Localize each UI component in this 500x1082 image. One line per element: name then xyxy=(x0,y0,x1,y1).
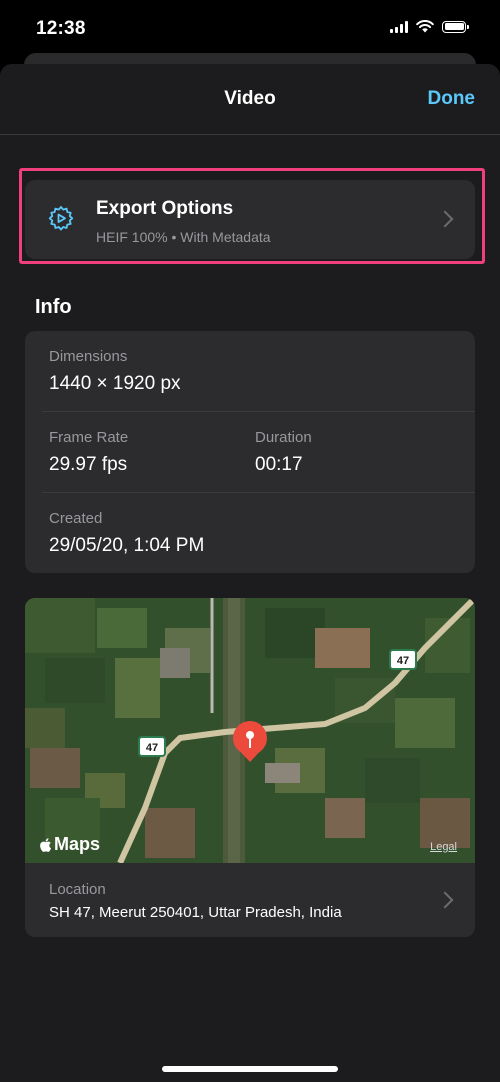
info-card: Dimensions 1440 × 1920 px Frame Rate 29.… xyxy=(25,331,475,573)
dimensions-label: Dimensions xyxy=(49,348,128,365)
dimensions-value: 1440 × 1920 px xyxy=(49,373,181,394)
location-value: SH 47, Meerut 250401, Uttar Pradesh, Ind… xyxy=(49,904,342,921)
export-options-title: Export Options xyxy=(96,198,234,219)
frame-rate-label: Frame Rate xyxy=(49,429,129,446)
screen: 12:38 Video Done Export Options HEIF 100… xyxy=(0,0,500,1082)
home-indicator[interactable] xyxy=(162,1066,338,1072)
navigation-bar: Video Done xyxy=(0,64,500,135)
legal-link[interactable]: Legal xyxy=(430,841,457,853)
route-shield-left: 47 xyxy=(138,736,166,757)
duration-cell: Duration 00:17 xyxy=(255,429,312,476)
route-shield-left-label: 47 xyxy=(146,742,158,754)
info-section-title: Info xyxy=(35,296,72,318)
created-label: Created xyxy=(49,510,103,527)
export-options-row[interactable]: Export Options HEIF 100% • With Metadata xyxy=(25,180,475,259)
battery-icon xyxy=(442,20,469,33)
nav-title: Video xyxy=(224,88,276,109)
frame-rate-cell: Frame Rate 29.97 fps xyxy=(49,429,128,476)
frame-rate-value: 29.97 fps xyxy=(49,454,128,475)
duration-label: Duration xyxy=(255,429,312,446)
apple-maps-logo: Maps xyxy=(38,834,100,855)
wifi-icon xyxy=(416,20,434,33)
map-imagery: 47 47 xyxy=(25,598,475,863)
chevron-right-icon xyxy=(436,891,454,909)
apple-icon xyxy=(40,837,51,852)
route-shield-right: 47 xyxy=(389,649,417,670)
status-icons xyxy=(390,20,469,33)
status-time: 12:38 xyxy=(36,18,86,39)
created-value: 29/05/20, 1:04 PM xyxy=(49,535,205,556)
duration-value: 00:17 xyxy=(255,454,303,475)
divider xyxy=(42,411,475,412)
location-card[interactable]: 47 47 Maps Legal Location SH 47, Meerut … xyxy=(25,598,475,937)
satellite-map[interactable]: 47 47 Maps Legal xyxy=(25,598,475,863)
cellular-signal-icon xyxy=(390,20,408,33)
route-shield-right-label: 47 xyxy=(397,655,409,667)
dimensions-cell: Dimensions 1440 × 1920 px xyxy=(49,348,181,395)
divider xyxy=(42,492,475,493)
maps-brand-text: Maps xyxy=(54,834,101,854)
gear-play-icon xyxy=(48,206,74,231)
location-label: Location xyxy=(49,881,106,898)
chevron-right-icon xyxy=(436,210,454,228)
status-bar: 12:38 xyxy=(0,0,500,56)
video-info-sheet: Video Done Export Options HEIF 100% • Wi… xyxy=(0,64,500,1082)
export-options-subtitle: HEIF 100% • With Metadata xyxy=(96,229,271,245)
done-button[interactable]: Done xyxy=(428,88,476,110)
created-cell: Created 29/05/20, 1:04 PM xyxy=(49,510,204,557)
